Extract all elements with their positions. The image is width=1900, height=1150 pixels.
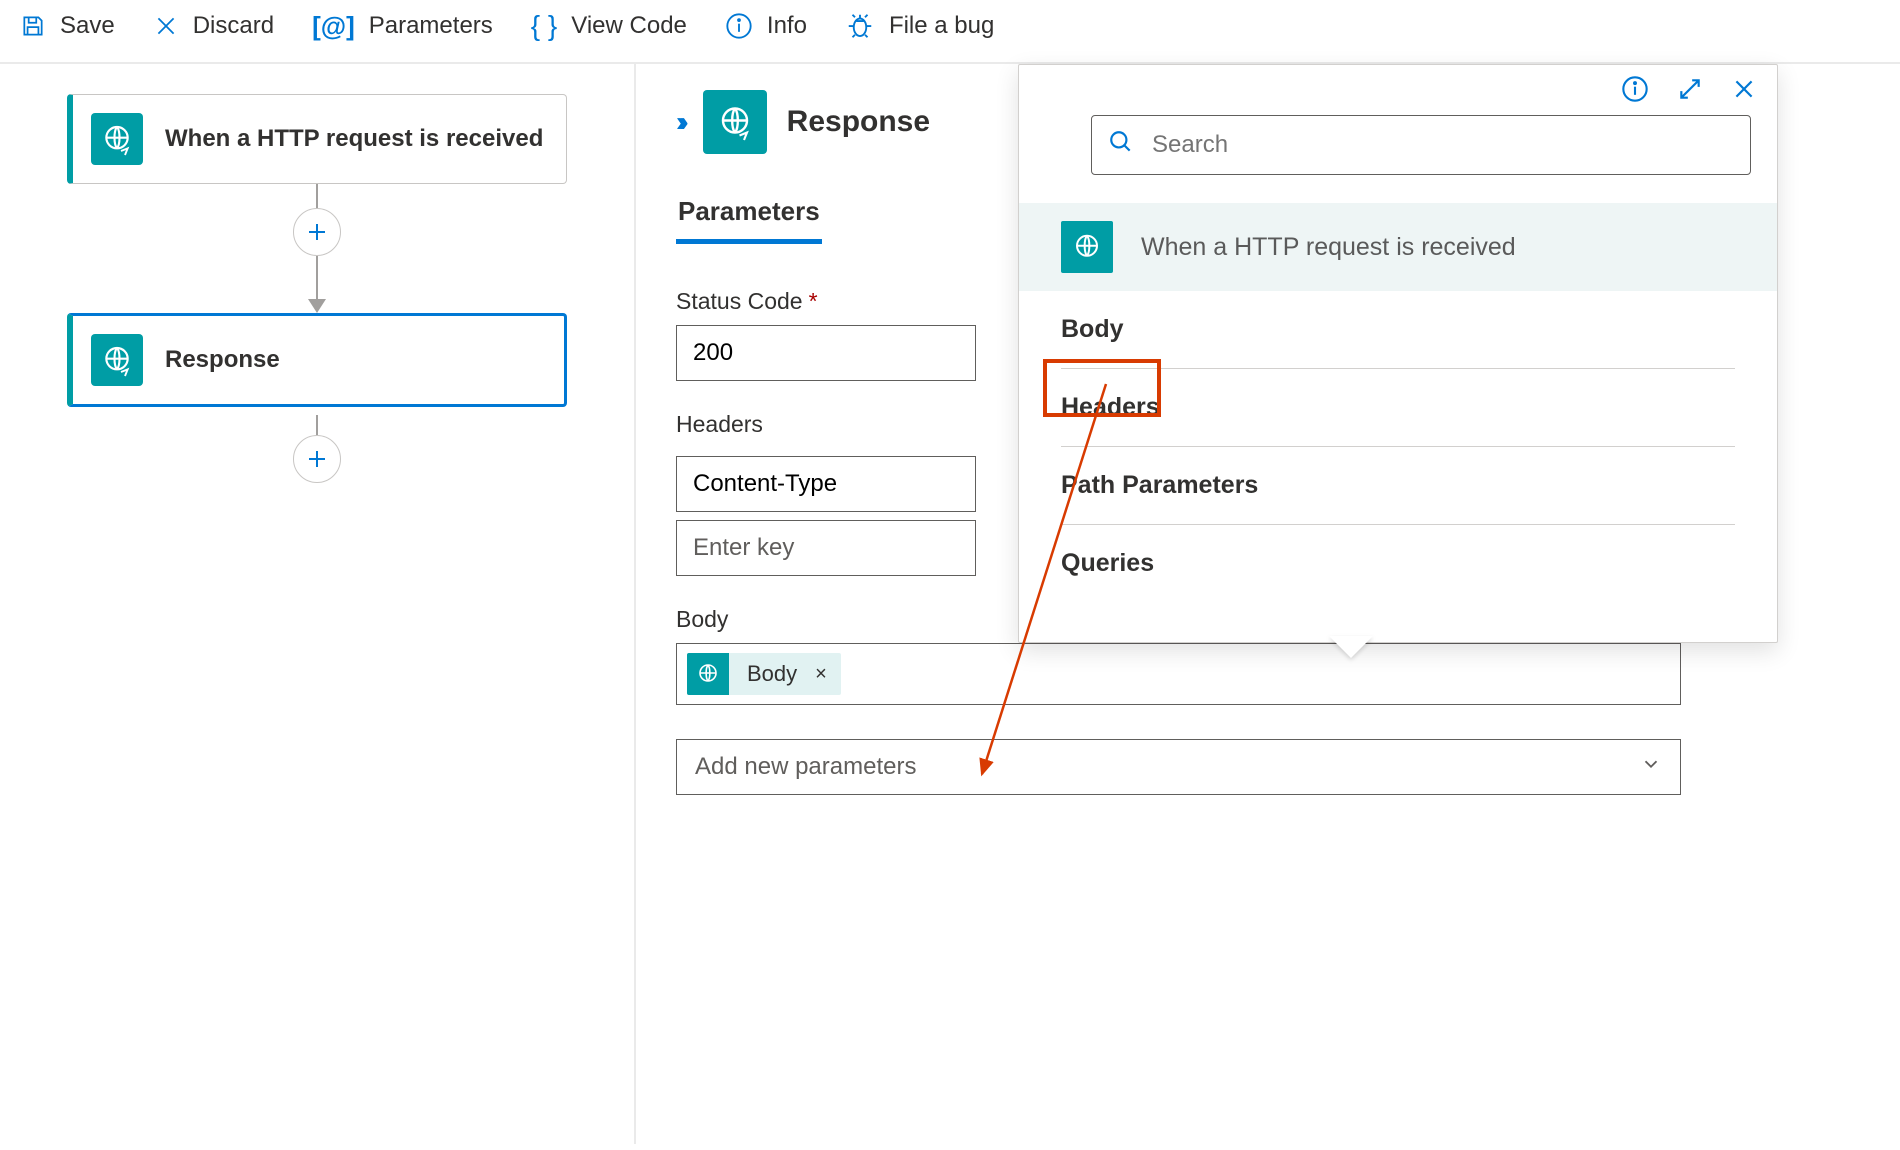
required-star: *: [809, 288, 818, 315]
collapse-icon[interactable]: ››: [676, 106, 683, 138]
add-new-parameters-select[interactable]: Add new parameters: [676, 739, 1681, 795]
discard-button[interactable]: Discard: [153, 12, 274, 40]
dynamic-content-popup: When a HTTP request is received Body Hea…: [1018, 64, 1778, 643]
bug-icon: [845, 11, 875, 41]
dyn-item-path-parameters[interactable]: Path Parameters: [1061, 447, 1735, 525]
dyn-item-queries[interactable]: Queries: [1061, 525, 1735, 602]
body-token-chip[interactable]: Body ×: [687, 653, 841, 695]
chip-remove-icon[interactable]: ×: [811, 663, 841, 686]
main-area: When a HTTP request is received Response: [0, 64, 1900, 1144]
save-button[interactable]: Save: [20, 12, 115, 40]
add-step-button[interactable]: [293, 435, 341, 483]
save-icon: [20, 13, 46, 39]
info-label: Info: [767, 12, 807, 40]
parameters-label: Parameters: [369, 12, 493, 40]
arrow-down-icon: [308, 299, 326, 313]
details-title: Response: [787, 105, 930, 139]
trigger-card-label: When a HTTP request is received: [165, 123, 543, 155]
body-field[interactable]: Body ×: [676, 643, 1681, 705]
dynamic-content-list: Body Headers Path Parameters Queries: [1019, 291, 1777, 602]
close-icon[interactable]: [1731, 76, 1757, 102]
headers-key-input-2[interactable]: [676, 520, 976, 576]
parameters-icon: [@]: [312, 11, 355, 42]
expand-icon[interactable]: [1677, 76, 1703, 102]
status-code-input[interactable]: [676, 325, 976, 381]
trigger-card[interactable]: When a HTTP request is received: [67, 94, 567, 184]
toolbar: Save Discard [@] Parameters { } View Cod…: [0, 0, 1900, 64]
dyn-item-body[interactable]: Body: [1061, 291, 1735, 369]
chip-label: Body: [729, 661, 811, 687]
add-step-button[interactable]: [293, 208, 341, 256]
search-icon: [1108, 129, 1134, 161]
view-code-button[interactable]: { } View Code: [531, 10, 687, 42]
parameters-button[interactable]: [@] Parameters: [312, 11, 493, 42]
file-bug-button[interactable]: File a bug: [845, 11, 994, 41]
flow-connector-end: [293, 415, 341, 483]
info-button[interactable]: Info: [725, 12, 807, 40]
dyn-item-headers[interactable]: Headers: [1061, 369, 1735, 447]
info-icon: [725, 12, 753, 40]
http-icon: [91, 113, 143, 165]
http-icon: [703, 90, 767, 154]
response-card[interactable]: Response: [67, 313, 567, 407]
http-icon: [1061, 221, 1113, 273]
file-bug-label: File a bug: [889, 12, 994, 40]
add-new-placeholder: Add new parameters: [695, 753, 916, 781]
http-icon: [91, 334, 143, 386]
info-icon[interactable]: [1621, 75, 1649, 103]
discard-label: Discard: [193, 12, 274, 40]
flow-canvas[interactable]: When a HTTP request is received Response: [0, 64, 636, 1144]
dynamic-search-input[interactable]: [1152, 131, 1734, 159]
headers-key-input-1[interactable]: [676, 456, 976, 512]
tab-parameters[interactable]: Parameters: [676, 190, 822, 244]
popup-pointer: [1329, 636, 1373, 658]
http-icon: [687, 653, 729, 695]
dynamic-source-label: When a HTTP request is received: [1141, 233, 1516, 262]
braces-icon: { }: [531, 10, 557, 42]
chevron-down-icon: [1640, 753, 1662, 782]
save-label: Save: [60, 12, 115, 40]
close-icon: [153, 13, 179, 39]
dynamic-source-header[interactable]: When a HTTP request is received: [1019, 203, 1777, 291]
response-card-label: Response: [165, 344, 280, 376]
view-code-label: View Code: [571, 12, 687, 40]
dynamic-search[interactable]: [1091, 115, 1751, 175]
flow-connector: [293, 184, 341, 313]
